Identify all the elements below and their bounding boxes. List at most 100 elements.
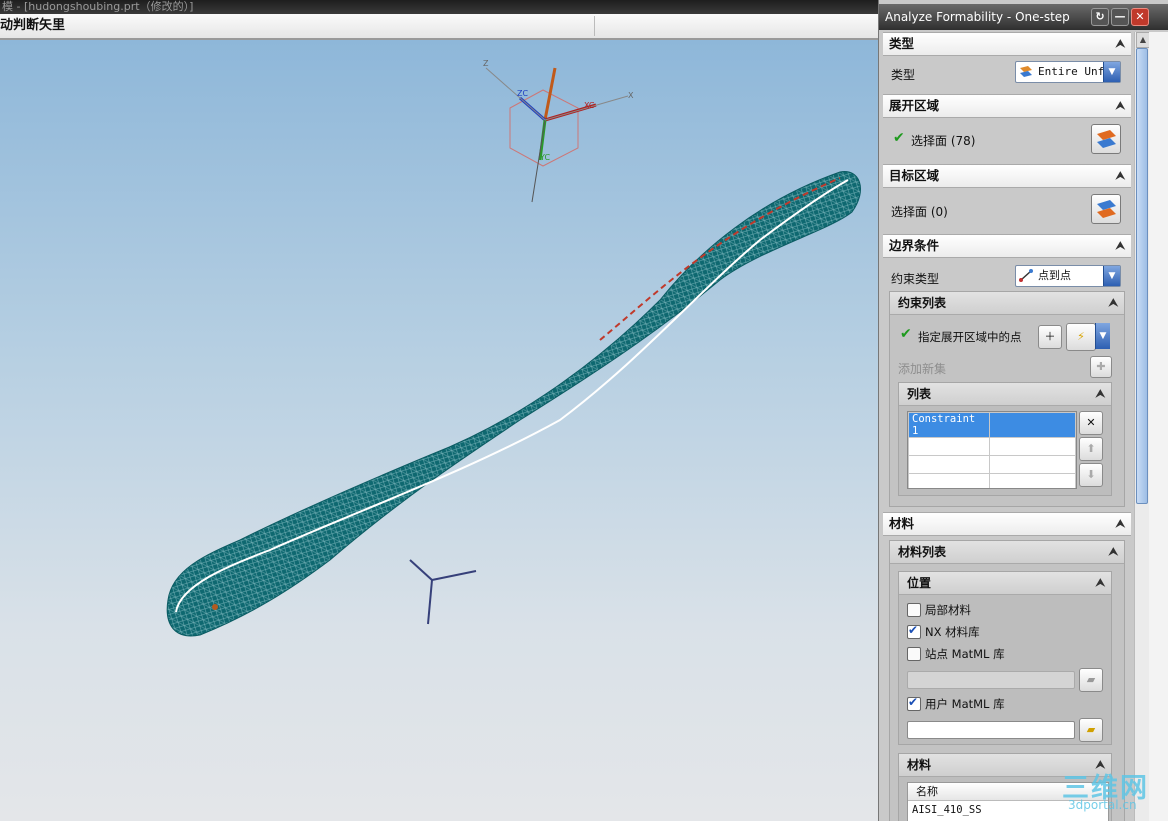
window-title: 模 - [hudongshoubing.prt（修改的）] bbox=[0, 0, 880, 14]
delete-button[interactable]: ✕ bbox=[1079, 411, 1103, 435]
arrow-down-icon: ⬇ bbox=[1086, 468, 1096, 481]
table-cell bbox=[908, 437, 990, 456]
list-title: 列表 bbox=[907, 387, 932, 401]
material-section-header[interactable]: 材料 ⮝ bbox=[883, 512, 1131, 536]
type-dropdown[interactable]: Entire Unfo ▼ bbox=[1015, 61, 1121, 83]
graphics-viewport[interactable]: ZC XC YC Z X bbox=[0, 40, 878, 821]
check-icon: ✔ bbox=[900, 326, 912, 342]
point-dialog-button[interactable]: ＋ bbox=[1038, 325, 1062, 349]
constraint-type-label: 约束类型 bbox=[891, 272, 940, 286]
material-section-title: 材料 bbox=[889, 516, 915, 531]
inferred-point-button[interactable]: ⚡ bbox=[1066, 323, 1096, 351]
table-row[interactable] bbox=[908, 455, 1076, 474]
collapse-icon: ⮝ bbox=[1115, 99, 1125, 112]
collapse-icon: ⮝ bbox=[1108, 545, 1118, 558]
collapse-icon: ⮝ bbox=[1115, 169, 1125, 182]
unfold-region-header[interactable]: 展开区域 ⮝ bbox=[883, 94, 1131, 118]
table-cell bbox=[989, 437, 1076, 456]
scroll-up-icon[interactable]: ▲ bbox=[1136, 32, 1150, 48]
scroll-thumb[interactable] bbox=[1136, 48, 1148, 504]
table-cell bbox=[989, 473, 1076, 488]
chevron-down-icon[interactable]: ▼ bbox=[1095, 323, 1110, 349]
list-header[interactable]: 列表 ⮝ bbox=[899, 383, 1111, 406]
dialog-scrollbar[interactable]: ▲ bbox=[1134, 32, 1150, 821]
close-button[interactable]: ✕ bbox=[1131, 8, 1149, 26]
table-cell bbox=[989, 412, 1076, 438]
user-matml-path-field[interactable] bbox=[907, 721, 1075, 739]
point-to-point-icon bbox=[1019, 269, 1033, 282]
collapse-icon: ⮝ bbox=[1095, 387, 1105, 400]
folder-icon: ▰ bbox=[1086, 673, 1096, 686]
material-list-title: 材料列表 bbox=[898, 545, 947, 559]
check-icon: ✔ bbox=[893, 130, 905, 146]
table-cell bbox=[908, 473, 990, 488]
user-matml-checkbox[interactable] bbox=[907, 695, 921, 711]
unfold-select-face-label: 选择面 (78) bbox=[911, 134, 976, 148]
cue-text: 动判断矢里 bbox=[0, 18, 66, 33]
face-select-icon bbox=[1097, 200, 1116, 218]
type-dropdown-value: Entire Unfo bbox=[1038, 65, 1111, 78]
target-region-header[interactable]: 目标区域 ⮝ bbox=[883, 164, 1131, 188]
collapse-icon: ⮝ bbox=[1115, 517, 1125, 530]
location-header[interactable]: 位置 ⮝ bbox=[899, 572, 1111, 595]
move-up-button[interactable]: ⬆ bbox=[1079, 437, 1103, 461]
constraint-type-dropdown[interactable]: 点到点 ▼ bbox=[1015, 265, 1121, 287]
table-cell: Constraint 1 bbox=[908, 412, 990, 438]
watermark-logo: 三维网 3dportal.cn bbox=[1062, 766, 1166, 818]
constraint-type-value: 点到点 bbox=[1038, 269, 1071, 282]
dialog-titlebar[interactable]: Analyze Formability - One-step ↻ — ✕ bbox=[879, 4, 1168, 30]
site-matml-label: 站点 MatML 库 bbox=[925, 647, 1005, 661]
point-type-dropdown[interactable]: ▼ bbox=[1095, 323, 1110, 349]
z-label: Z bbox=[483, 59, 489, 68]
collapse-icon: ⮝ bbox=[1108, 296, 1118, 309]
site-matml-path-field[interactable] bbox=[907, 671, 1075, 689]
add-set-icon: ✚ bbox=[1096, 360, 1106, 373]
constraint-list-panel: 约束列表 ⮝ ✔ 指定展开区域中的点 ＋ ⚡ ▼ 添加新集 ✚ 列表 ⮝ Con… bbox=[889, 291, 1125, 507]
reset-button[interactable]: ↻ bbox=[1091, 8, 1109, 26]
folder-icon: ▰ bbox=[1086, 723, 1096, 736]
table-row[interactable] bbox=[908, 437, 1076, 456]
face-select-icon bbox=[1097, 130, 1116, 148]
move-down-button[interactable]: ⬇ bbox=[1079, 463, 1103, 487]
constraint-list-header[interactable]: 约束列表 ⮝ bbox=[890, 292, 1124, 315]
select-target-face-button[interactable] bbox=[1091, 194, 1121, 224]
point-marker bbox=[212, 604, 218, 610]
table-cell bbox=[989, 455, 1076, 474]
chevron-down-icon[interactable]: ▼ bbox=[1103, 62, 1120, 82]
minimize-button[interactable]: — bbox=[1111, 8, 1129, 26]
nx-library-label: NX 材料库 bbox=[925, 625, 980, 639]
collapse-icon: ⮝ bbox=[1095, 576, 1105, 589]
boundary-section-header[interactable]: 边界条件 ⮝ bbox=[883, 234, 1131, 258]
nx-library-checkbox[interactable] bbox=[907, 623, 921, 639]
close-x-icon: ✕ bbox=[1086, 416, 1096, 429]
select-face-button[interactable] bbox=[1091, 124, 1121, 154]
specify-point-label: 指定展开区域中的点 bbox=[918, 330, 1022, 344]
handle-mesh[interactable] bbox=[166, 171, 861, 637]
model-canvas[interactable]: ZC XC YC Z X bbox=[0, 40, 878, 821]
site-browse-button[interactable]: ▰ bbox=[1079, 668, 1103, 692]
dialog-body: 类型 ⮝ 类型 Entire Unfo ▼ 展开区域 ⮝ ✔ 选择面 (78) … bbox=[883, 32, 1133, 821]
dialog-edge bbox=[1149, 32, 1168, 821]
type-section-header[interactable]: 类型 ⮝ bbox=[883, 32, 1131, 56]
user-browse-button[interactable]: ▰ bbox=[1079, 718, 1103, 742]
collapse-icon: ⮝ bbox=[1115, 239, 1125, 252]
local-material-label: 局部材料 bbox=[925, 603, 971, 617]
table-row[interactable]: Constraint 1 bbox=[908, 412, 1076, 438]
add-new-set-button[interactable]: ✚ bbox=[1090, 356, 1112, 378]
user-matml-label: 用户 MatML 库 bbox=[925, 697, 1005, 711]
add-new-set-label: 添加新集 bbox=[898, 362, 947, 376]
materials-title: 材料 bbox=[907, 758, 932, 772]
boundary-section-title: 边界条件 bbox=[889, 238, 940, 253]
local-material-checkbox[interactable] bbox=[907, 603, 921, 617]
collapse-icon: ⮝ bbox=[1115, 37, 1125, 50]
location-panel: 位置 ⮝ 局部材料 NX 材料库 站点 MatML 库 ▰ 用户 MatML 库… bbox=[898, 571, 1112, 745]
site-matml-checkbox[interactable] bbox=[907, 647, 921, 661]
analyze-formability-dialog: Analyze Formability - One-step ↻ — ✕ 类型 … bbox=[878, 0, 1168, 821]
table-row[interactable] bbox=[908, 473, 1076, 488]
chevron-down-icon[interactable]: ▼ bbox=[1103, 266, 1120, 286]
material-list-header[interactable]: 材料列表 ⮝ bbox=[890, 541, 1124, 564]
constraint-table: Constraint 1 bbox=[908, 412, 1076, 488]
zc-label: ZC bbox=[517, 89, 528, 98]
unfold-region-title: 展开区域 bbox=[889, 98, 940, 113]
vector-triad[interactable] bbox=[409, 559, 477, 625]
